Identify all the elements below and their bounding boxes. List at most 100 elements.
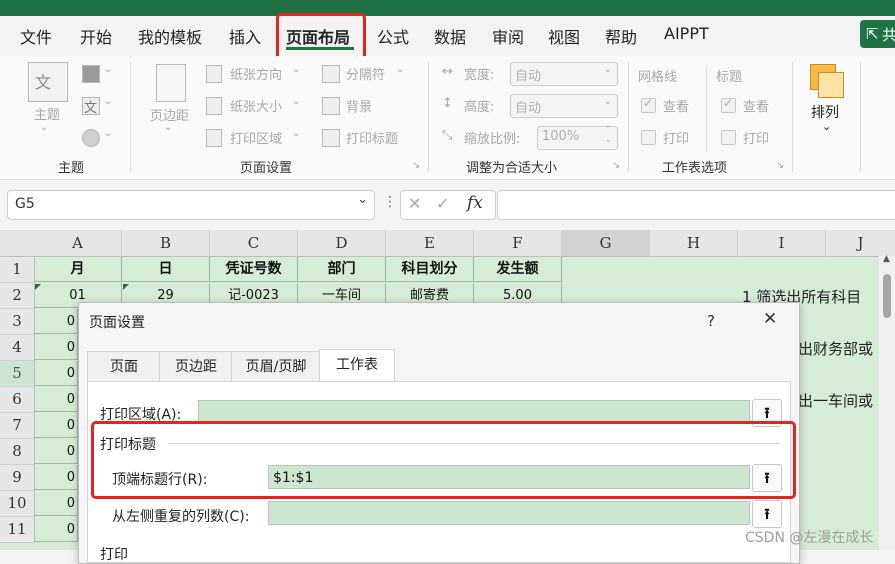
cell-a10[interactable]: 0: [34, 491, 78, 516]
cell-a3[interactable]: 0: [34, 309, 78, 334]
cell-a11[interactable]: 0: [34, 517, 78, 542]
dialog-launcher-icon[interactable]: ↘: [776, 160, 784, 171]
collapse-dialog-icon[interactable]: ⭱: [752, 500, 782, 528]
cell-f1[interactable]: 发生额: [474, 257, 562, 282]
dialog-launcher-icon[interactable]: ↘: [612, 160, 620, 171]
note-text-3: 出一车间或: [798, 392, 874, 410]
arrange-button[interactable]: 排列: [811, 102, 839, 122]
row-header-6[interactable]: 6: [0, 387, 35, 413]
col-header-c[interactable]: C: [210, 230, 298, 257]
tab-data[interactable]: 数据: [434, 24, 466, 48]
sheet-options-group-label: 工作表选项: [662, 161, 728, 176]
help-button[interactable]: ?: [707, 312, 715, 330]
headings-print-checkbox[interactable]: [721, 130, 736, 145]
margins-icon[interactable]: [156, 64, 186, 102]
tab-file[interactable]: 文件: [20, 24, 52, 48]
scrollbar-thumb[interactable]: [883, 274, 891, 318]
height-label: 高度:: [464, 100, 495, 115]
print-area-button[interactable]: 打印区域: [230, 128, 282, 147]
insert-function-icon[interactable]: fx: [467, 193, 483, 213]
cell-e1[interactable]: 科目划分: [386, 257, 474, 282]
tab-my-templates[interactable]: 我的模板: [138, 24, 202, 48]
row-header-9[interactable]: 9: [0, 465, 35, 491]
close-icon[interactable]: ✕: [763, 309, 777, 329]
name-box[interactable]: G5 ⌄: [7, 190, 375, 220]
row-header-3[interactable]: 3: [0, 309, 35, 335]
print-titles-button[interactable]: 打印标题: [346, 128, 398, 147]
vertical-scrollbar[interactable]: ▲: [879, 254, 895, 550]
share-button[interactable]: ⇱ 共: [860, 20, 895, 48]
breaks-button[interactable]: 分隔符: [346, 64, 385, 83]
tab-review[interactable]: 审阅: [492, 24, 524, 48]
background-button[interactable]: 背景: [346, 96, 372, 115]
paper-size-icon: [206, 97, 222, 115]
select-all-corner[interactable]: [0, 230, 35, 257]
gridlines-view-checkbox[interactable]: ✓: [641, 96, 656, 113]
cell-c1[interactable]: 凭证号数: [210, 257, 298, 282]
tab-home[interactable]: 开始: [80, 24, 112, 48]
row-header-2[interactable]: 2: [0, 283, 35, 309]
scroll-up-icon[interactable]: ▲: [883, 254, 890, 264]
row-header-1[interactable]: 1: [0, 257, 35, 283]
cell-a5[interactable]: 0: [34, 361, 78, 386]
tab-aippt[interactable]: AIPPT: [664, 24, 709, 43]
cell-a7[interactable]: 0: [34, 413, 78, 438]
row-header-4[interactable]: 4: [0, 335, 35, 361]
row-header-5[interactable]: 5: [0, 361, 35, 387]
col-header-d[interactable]: D: [298, 230, 386, 257]
spin-down-icon: ⌄: [604, 135, 612, 145]
col-header-j[interactable]: J: [826, 230, 895, 257]
columns-to-repeat-input[interactable]: [268, 501, 750, 525]
cell-a1[interactable]: 月: [34, 257, 122, 282]
height-select[interactable]: 自动 ⌄: [510, 94, 618, 118]
tab-formulas[interactable]: 公式: [377, 24, 409, 48]
col-header-f[interactable]: F: [474, 230, 562, 257]
scale-spinner[interactable]: 100% ⌃ ⌄: [537, 125, 618, 150]
dlg-tab-page[interactable]: 页面: [87, 351, 161, 382]
cell-a6[interactable]: 0: [34, 387, 78, 412]
col-header-b[interactable]: B: [122, 230, 210, 257]
ribbon-panel: 文 主题 ⌄ ⌄ 文 ⌄ ⌄ 主题 页边距 ⌄ 纸张方向 ⌄ 纸张大小 ⌄ 打印…: [0, 56, 895, 180]
themes-button[interactable]: 主题: [34, 104, 60, 123]
cancel-icon[interactable]: ✕: [408, 194, 421, 213]
theme-colors-icon[interactable]: [82, 65, 100, 83]
cell-b1[interactable]: 日: [122, 257, 210, 282]
row-header-7[interactable]: 7: [0, 413, 35, 439]
dlg-tab-margins[interactable]: 页边距: [159, 351, 233, 382]
size-button[interactable]: 纸张大小: [230, 96, 282, 115]
gridlines-print-checkbox[interactable]: [641, 130, 656, 145]
col-header-a[interactable]: A: [34, 230, 122, 257]
row-header-11[interactable]: 11: [0, 517, 35, 543]
theme-fonts-icon[interactable]: 文: [82, 97, 100, 116]
cell-a8[interactable]: 0: [34, 439, 78, 464]
col-header-g[interactable]: G: [562, 230, 650, 257]
orientation-icon: [206, 65, 222, 83]
tab-view[interactable]: 视图: [548, 24, 580, 48]
cell-d1[interactable]: 部门: [298, 257, 386, 282]
row-header-10[interactable]: 10: [0, 491, 35, 517]
formula-input[interactable]: [497, 190, 895, 220]
orientation-button[interactable]: 纸张方向: [230, 64, 282, 83]
col-header-i[interactable]: I: [738, 230, 826, 257]
headings-print-label: 打印: [743, 132, 770, 147]
headings-view-checkbox[interactable]: ✓: [721, 96, 736, 113]
cell-a9[interactable]: 0: [34, 465, 78, 490]
more-options-icon[interactable]: ⋮: [383, 194, 397, 210]
width-select[interactable]: 自动 ⌄: [510, 62, 618, 86]
chevron-down-icon: ⌄: [603, 64, 612, 75]
tab-insert[interactable]: 插入: [229, 24, 261, 48]
theme-effects-icon[interactable]: [82, 129, 100, 147]
cell-a4[interactable]: 0: [34, 335, 78, 360]
dlg-tab-sheet[interactable]: 工作表: [319, 349, 395, 382]
print-section-label: 打印: [100, 547, 128, 563]
enter-icon[interactable]: ✓: [436, 194, 449, 213]
headings-label: 标题: [716, 70, 743, 85]
col-header-h[interactable]: H: [650, 230, 738, 257]
themes-icon[interactable]: 文: [28, 62, 68, 102]
col-header-e[interactable]: E: [386, 230, 474, 257]
row-header-8[interactable]: 8: [0, 439, 35, 465]
tab-help[interactable]: 帮助: [605, 24, 637, 48]
dialog-launcher-icon[interactable]: ↘: [412, 160, 420, 171]
dlg-tab-header-footer[interactable]: 页眉/页脚: [231, 351, 321, 382]
chevron-down-icon: ⌄: [292, 64, 301, 75]
